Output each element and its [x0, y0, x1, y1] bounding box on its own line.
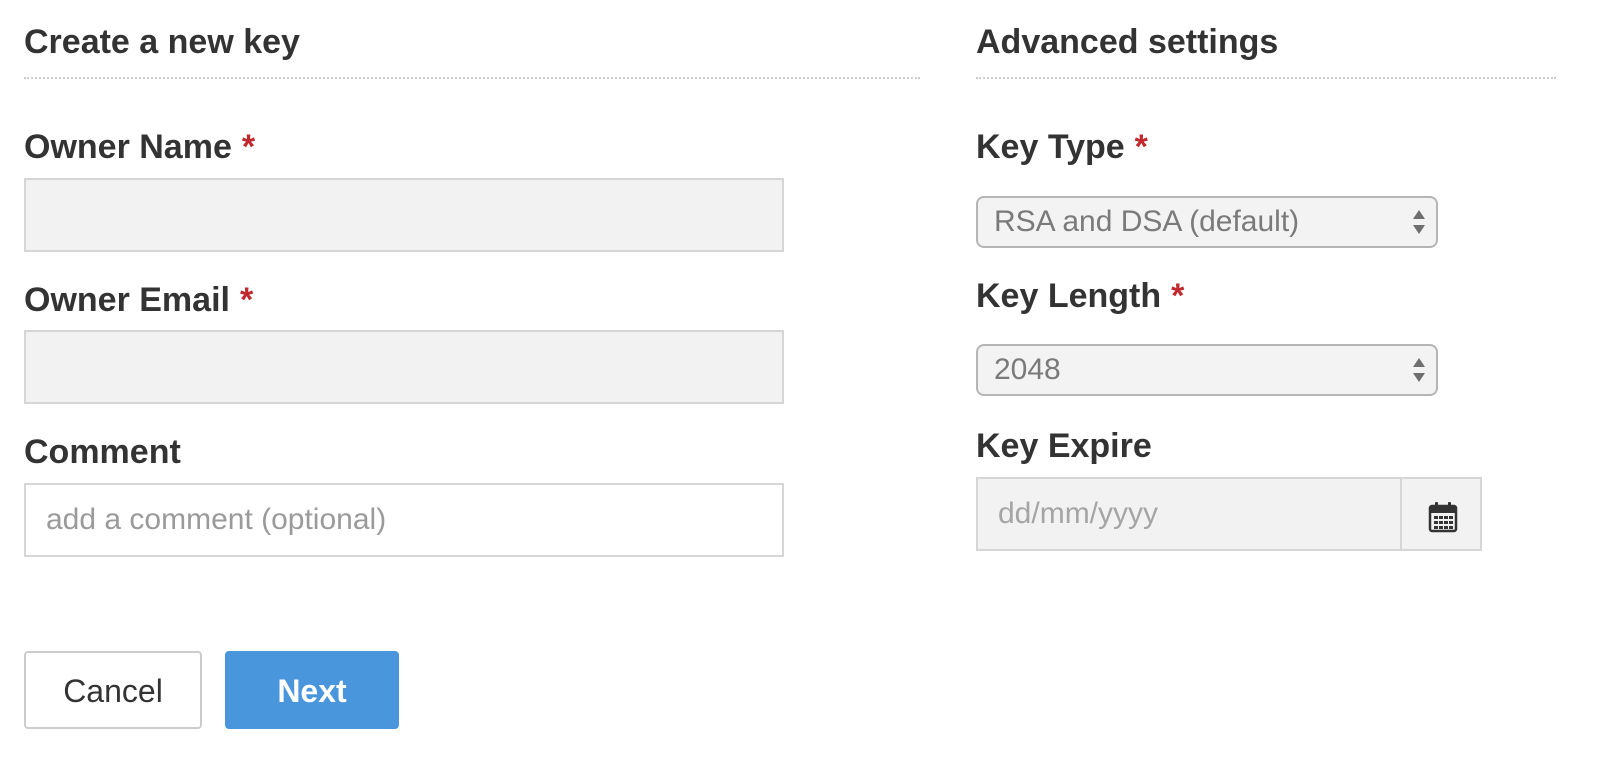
- key-length-select[interactable]: 2048: [976, 344, 1438, 396]
- owner-name-input[interactable]: [24, 178, 784, 252]
- key-length-label: Key Length *: [976, 275, 1184, 317]
- owner-email-label-text: Owner Email: [24, 281, 230, 319]
- next-button[interactable]: Next: [225, 651, 399, 729]
- required-marker: *: [241, 128, 256, 166]
- key-length-selected-value: 2048: [994, 353, 1061, 386]
- calendar-icon: [1428, 502, 1458, 533]
- key-expire-date-input[interactable]: [976, 477, 1402, 551]
- required-marker: *: [1134, 128, 1148, 166]
- select-arrows-icon: [1413, 210, 1425, 234]
- select-arrows-icon: [1413, 358, 1425, 382]
- required-marker: *: [239, 281, 254, 319]
- key-type-label: Key Type *: [976, 126, 1148, 168]
- required-marker: *: [1171, 277, 1185, 315]
- owner-email-label: Owner Email *: [24, 279, 253, 321]
- section-divider: [976, 77, 1556, 79]
- key-type-select[interactable]: RSA and DSA (default): [976, 196, 1438, 248]
- calendar-button[interactable]: [1400, 477, 1482, 551]
- key-length-label-text: Key Length: [976, 277, 1162, 315]
- key-type-label-text: Key Type: [976, 128, 1125, 166]
- owner-name-label-text: Owner Name: [24, 128, 232, 166]
- key-type-selected-value: RSA and DSA (default): [994, 205, 1300, 238]
- key-expire-label: Key Expire: [976, 427, 1152, 465]
- comment-label: Comment: [24, 433, 181, 471]
- owner-email-input[interactable]: [24, 330, 784, 404]
- cancel-button[interactable]: Cancel: [24, 651, 202, 729]
- owner-name-label: Owner Name *: [24, 126, 255, 168]
- section-title-advanced-settings: Advanced settings: [976, 23, 1279, 61]
- key-expire-date-group: [976, 477, 1482, 551]
- section-divider: [24, 77, 920, 79]
- section-title-create-key: Create a new key: [24, 23, 300, 61]
- comment-input[interactable]: [24, 483, 784, 557]
